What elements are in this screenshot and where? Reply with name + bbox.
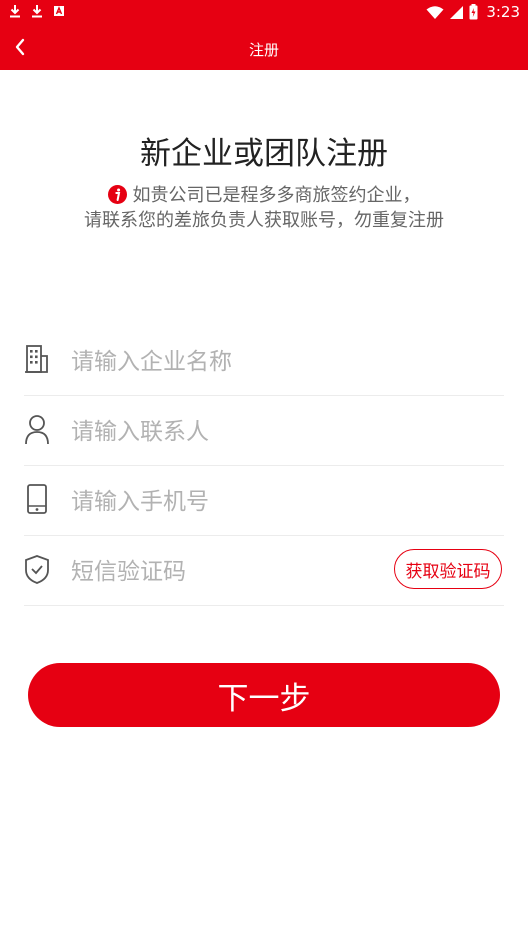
register-heading: 新企业或团队注册 [140,136,388,172]
notice-line-1: 如贵公司已是程多多商旅签约企业， [0,183,528,208]
signal-icon [450,5,464,19]
page-title: 注册 [248,41,279,59]
status-bar: 3:23 [0,0,528,24]
person-icon [25,415,49,445]
notice-line-2: 请联系您的差旅负责人获取账号，勿重复注册 [84,210,444,231]
building-icon [25,345,48,373]
sms-code-input[interactable]: 短信验证码 [71,552,186,586]
app-bar: 注册 [0,24,528,70]
status-time: 3:23 [486,3,520,21]
phone-number-field[interactable]: 请输入手机号 [24,465,504,536]
download-icon [32,5,42,18]
company-name-field[interactable]: 请输入企业名称 [24,325,504,396]
next-step-button[interactable]: 下一步 [28,663,500,727]
notice-text-1: 如贵公司已是程多多商旅签约企业， [132,185,421,206]
download-icon [10,5,20,18]
get-code-button[interactable]: 获取验证码 [394,549,502,589]
contact-person-input[interactable]: 请输入联系人 [71,412,209,446]
battery-icon [469,4,478,20]
sms-code-field[interactable]: 短信验证码 获取验证码 [24,535,504,606]
phone-number-input[interactable]: 请输入手机号 [71,482,209,516]
wifi-icon [426,5,444,19]
info-icon [107,185,127,204]
mobile-phone-icon [27,484,47,514]
app-notification-icon [54,6,64,16]
contact-person-field[interactable]: 请输入联系人 [24,395,504,466]
register-notice: 如贵公司已是程多多商旅签约企业， 请联系您的差旅负责人获取账号，勿重复注册 [0,183,528,233]
company-name-input[interactable]: 请输入企业名称 [71,342,232,376]
shield-check-icon [25,555,49,584]
